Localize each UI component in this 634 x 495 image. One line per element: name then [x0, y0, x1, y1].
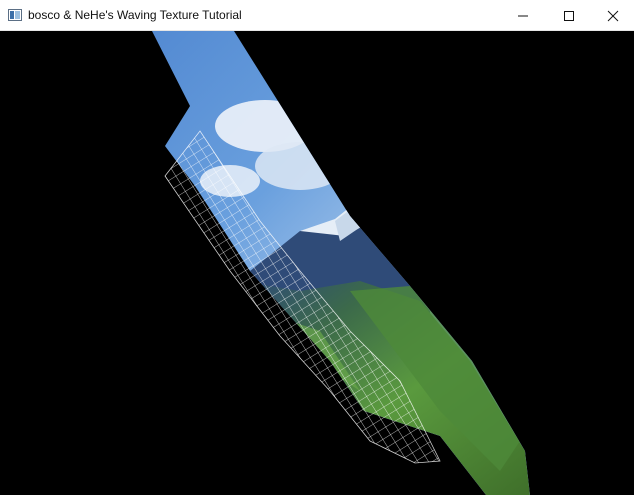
maximize-icon — [564, 10, 574, 21]
waving-texture-scene — [152, 31, 530, 495]
maximize-button[interactable] — [546, 0, 592, 31]
close-button[interactable] — [592, 0, 634, 31]
window-app-icon — [8, 9, 22, 21]
minimize-button[interactable] — [500, 0, 546, 31]
minimize-icon — [518, 15, 528, 16]
title-bar[interactable]: bosco & NeHe's Waving Texture Tutorial — [0, 0, 634, 31]
opengl-viewport[interactable] — [0, 31, 634, 495]
window-title: bosco & NeHe's Waving Texture Tutorial — [28, 8, 242, 22]
application-window: bosco & NeHe's Waving Texture Tutorial — [0, 0, 634, 495]
texture-band — [152, 31, 530, 495]
close-icon — [607, 10, 619, 21]
